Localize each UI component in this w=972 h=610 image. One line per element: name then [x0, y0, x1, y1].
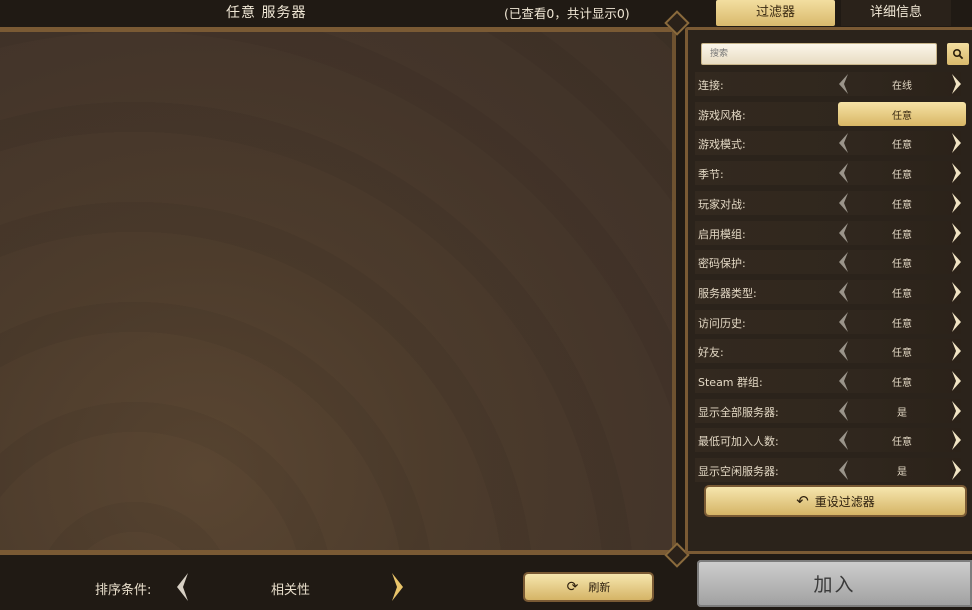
filter-label: 服务器类型:: [698, 287, 757, 300]
filter-label: 启用模组:: [698, 228, 746, 241]
server-list-panel: [0, 27, 676, 555]
filter-row: 显示空闲服务器: 是: [695, 458, 971, 482]
filter-label: 密码保护:: [698, 257, 746, 270]
filter-label: 显示空闲服务器:: [698, 465, 779, 478]
chevron-left-icon[interactable]: [837, 340, 849, 362]
chevron-left-icon[interactable]: [837, 370, 849, 392]
chevron-right-icon[interactable]: [951, 73, 963, 95]
chevron-left-icon[interactable]: [837, 251, 849, 273]
chevron-left-icon[interactable]: [837, 459, 849, 481]
filter-row: 密码保护: 任意: [695, 250, 971, 274]
chevron-left-icon[interactable]: [837, 132, 849, 154]
chevron-right-icon[interactable]: [951, 429, 963, 451]
filter-value: 是: [897, 408, 907, 419]
filter-value: 任意: [892, 170, 912, 181]
filter-label: 好友:: [698, 346, 724, 359]
chevron-right-icon[interactable]: [951, 400, 963, 422]
filter-row: 访问历史: 任意: [695, 310, 971, 334]
filter-value: 任意: [892, 319, 912, 330]
filter-row: 连接: 在线: [695, 72, 971, 96]
filter-label: 访问历史:: [698, 317, 746, 330]
sort-value: 相关性: [271, 583, 311, 598]
chevron-left-icon[interactable]: [837, 311, 849, 333]
filter-value: 任意: [892, 200, 912, 211]
filter-label: 显示全部服务器:: [698, 406, 779, 419]
chevron-left-icon[interactable]: [837, 400, 849, 422]
search-input[interactable]: [701, 43, 937, 65]
search-icon: [952, 48, 964, 60]
chevron-right-icon[interactable]: [951, 311, 963, 333]
refresh-icon: ⟳: [566, 579, 579, 595]
filter-label: 最低可加入人数:: [698, 435, 779, 448]
chevron-right-icon[interactable]: [951, 281, 963, 303]
filter-label: 玩家对战:: [698, 198, 746, 211]
filter-value: 任意: [892, 259, 912, 270]
chevron-left-icon[interactable]: [837, 429, 849, 451]
filter-value: 任意: [892, 378, 912, 389]
filter-row: 启用模组: 任意: [695, 221, 971, 245]
refresh-button[interactable]: ⟳ 刷新: [525, 574, 652, 600]
reset-filters-label: 重设过滤器: [814, 495, 875, 509]
filter-row: 季节: 任意: [695, 161, 971, 185]
filter-label: 连接:: [698, 79, 724, 92]
chevron-left-icon[interactable]: [837, 162, 849, 184]
filter-value: 任意: [892, 289, 912, 300]
chevron-right-icon[interactable]: [951, 370, 963, 392]
filter-value: 任意: [892, 230, 912, 241]
filter-row: 玩家对战: 任意: [695, 191, 971, 215]
chevron-left-icon[interactable]: [837, 281, 849, 303]
tab-filters[interactable]: 过滤器: [716, 0, 835, 26]
filter-value-selected[interactable]: 任意: [838, 102, 966, 126]
chevron-right-icon[interactable]: [951, 162, 963, 184]
filter-value: 是: [897, 467, 907, 478]
chevron-left-icon[interactable]: [837, 192, 849, 214]
filter-value: 任意: [892, 140, 912, 151]
filter-row: 服务器类型: 任意: [695, 280, 971, 304]
filter-label: Steam 群组:: [698, 376, 763, 389]
chevron-right-icon[interactable]: [951, 222, 963, 244]
filter-row: 游戏风格: 任意: [695, 102, 971, 126]
chevron-left-icon[interactable]: [837, 73, 849, 95]
filter-row: 好友: 任意: [695, 339, 971, 363]
chevron-right-icon[interactable]: [951, 132, 963, 154]
join-button[interactable]: 加入: [697, 560, 972, 607]
tab-details[interactable]: 详细信息: [841, 0, 951, 26]
chevron-left-icon[interactable]: [837, 222, 849, 244]
chevron-right-icon[interactable]: [951, 340, 963, 362]
chevron-right-icon[interactable]: [951, 459, 963, 481]
search-button[interactable]: [947, 43, 969, 65]
filter-value: 任意: [892, 111, 912, 122]
filter-value: 任意: [892, 348, 912, 359]
filter-value: 在线: [892, 81, 912, 92]
filter-value: 任意: [892, 437, 912, 448]
page-title: 任意 服务器: [226, 5, 307, 21]
filter-row: 最低可加入人数: 任意: [695, 428, 971, 452]
undo-icon: ↶: [796, 492, 809, 510]
chevron-right-icon[interactable]: [951, 251, 963, 273]
filter-label: 游戏风格:: [698, 109, 746, 122]
filter-label: 游戏模式:: [698, 138, 746, 151]
chevron-right-icon[interactable]: [951, 192, 963, 214]
sort-label: 排序条件:: [95, 583, 152, 598]
filter-row: 游戏模式: 任意: [695, 131, 971, 155]
filter-label: 季节:: [698, 168, 724, 181]
filter-row: Steam 群组: 任意: [695, 369, 971, 393]
server-count-text: (已查看0，共计显示0): [504, 6, 630, 21]
sort-next-arrow-icon[interactable]: [390, 571, 406, 603]
reset-filters-button[interactable]: ↶ 重设过滤器: [706, 487, 965, 515]
refresh-label: 刷新: [588, 581, 611, 594]
sort-prev-arrow-icon[interactable]: [174, 571, 190, 603]
filter-row: 显示全部服务器: 是: [695, 399, 971, 423]
